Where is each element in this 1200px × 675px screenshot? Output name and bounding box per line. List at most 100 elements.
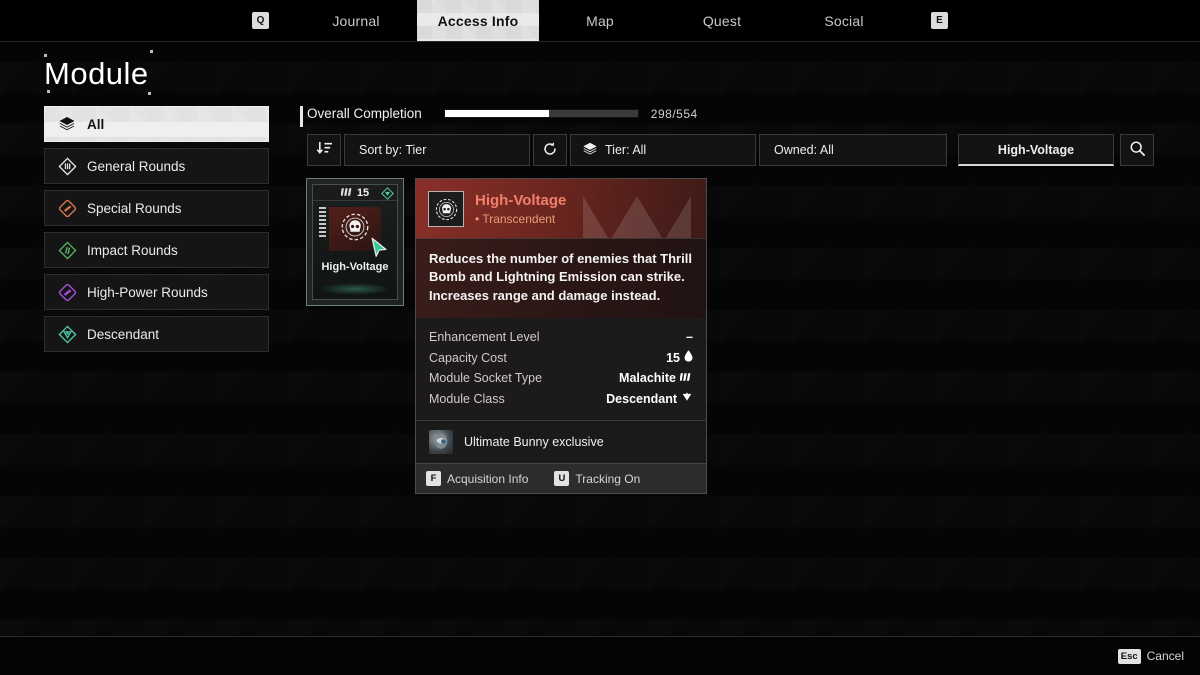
malachite-socket-icon xyxy=(340,184,354,202)
category-sidebar: All General Rounds Special Rounds Impact… xyxy=(44,106,269,358)
acquisition-info-hint[interactable]: F Acquisition Info xyxy=(426,471,529,487)
sidebar-item-label: Special Rounds xyxy=(87,200,182,216)
tier-filter-select[interactable]: Tier: All xyxy=(570,134,756,166)
owned-filter-label: Owned: All xyxy=(774,143,834,157)
cancel-hint[interactable]: Esc Cancel xyxy=(1117,648,1184,664)
cancel-label: Cancel xyxy=(1146,649,1184,663)
nav-prev-key[interactable]: Q xyxy=(252,12,269,29)
key-u: U xyxy=(554,471,570,487)
sidebar-item-general-rounds[interactable]: General Rounds xyxy=(44,148,269,184)
sidebar-item-impact-rounds[interactable]: Impact Rounds xyxy=(44,232,269,268)
completion-progress-bar xyxy=(443,109,639,118)
layers-icon xyxy=(57,114,77,134)
stat-value-group: Malachite xyxy=(619,371,693,385)
stat-key: Capacity Cost xyxy=(429,350,507,365)
sort-descending-icon xyxy=(316,141,333,159)
stat-key: Module Socket Type xyxy=(429,371,543,386)
descendant-class-icon xyxy=(681,391,693,406)
stat-row: Module Class Descendant xyxy=(429,388,693,409)
search-button[interactable] xyxy=(1120,134,1154,166)
sort-by-label: Sort by: Tier xyxy=(359,143,427,157)
module-card-header: 15 xyxy=(313,185,397,201)
tooltip-header: High-Voltage • Transcendent xyxy=(416,179,706,238)
reset-icon xyxy=(542,141,558,160)
stat-key: Enhancement Level xyxy=(429,330,540,345)
top-navigation-bar: Q Journal Access Info Map Quest Social E xyxy=(0,0,1200,42)
skull-emblem-icon xyxy=(338,210,372,249)
completion-label: Overall Completion xyxy=(307,106,422,121)
tooltip-exclusive-row: Ultimate Bunny exclusive xyxy=(416,420,706,464)
bottom-action-bar: Esc Cancel xyxy=(0,637,1200,675)
acquisition-info-label: Acquisition Info xyxy=(447,471,529,486)
tooltip-module-icon xyxy=(428,191,464,227)
tooltip-tier: • Transcendent xyxy=(475,211,556,226)
page-title: Module xyxy=(44,56,149,91)
stat-value-group: Descendant xyxy=(606,391,693,406)
tab-social[interactable]: Social xyxy=(783,0,905,41)
sidebar-item-label: Descendant xyxy=(87,326,160,342)
tooltip-exclusive-label: Ultimate Bunny exclusive xyxy=(464,435,604,450)
completion-progress-fill xyxy=(444,110,549,117)
malachite-socket-icon xyxy=(679,371,693,385)
stat-key: Module Class xyxy=(429,391,505,406)
stat-row: Module Socket Type Malachite xyxy=(429,368,693,388)
module-detail-tooltip: High-Voltage • Transcendent Reduces the … xyxy=(415,178,707,495)
capacity-drop-icon xyxy=(684,350,693,365)
tracking-label: Tracking On xyxy=(575,471,641,486)
key-f: F xyxy=(426,471,441,487)
search-icon xyxy=(1129,140,1146,160)
tab-access-info[interactable]: Access Info xyxy=(417,0,539,41)
sidebar-item-label: All xyxy=(87,116,105,132)
nav-next-key[interactable]: E xyxy=(931,12,948,29)
module-capacity-cost: 15 xyxy=(356,186,370,199)
high-power-rounds-icon xyxy=(57,282,77,302)
sort-by-select[interactable]: Sort by: Tier xyxy=(344,134,530,166)
tier-filter-label: Tier: All xyxy=(605,143,647,157)
general-rounds-icon xyxy=(57,156,77,176)
tooltip-description: Reduces the number of enemies that Thril… xyxy=(416,238,706,319)
tab-map[interactable]: Map xyxy=(539,0,661,41)
sidebar-item-descendant[interactable]: Descendant xyxy=(44,316,269,352)
descendant-icon xyxy=(57,324,77,344)
stat-value: Malachite xyxy=(619,371,676,386)
module-card-body: 15 High-Voltage xyxy=(312,184,398,300)
sidebar-item-label: High-Power Rounds xyxy=(87,284,208,300)
sidebar-item-label: Impact Rounds xyxy=(87,242,178,258)
impact-rounds-icon xyxy=(57,240,77,260)
tab-journal[interactable]: Journal xyxy=(295,0,417,41)
tooltip-key-hints: F Acquisition Info U Tracking On xyxy=(416,463,706,494)
title-deco-dot xyxy=(47,90,50,93)
module-level-ticks xyxy=(319,207,326,237)
stat-row: Enhancement Level – xyxy=(429,327,693,347)
title-deco-dot xyxy=(148,92,151,95)
title-deco-dot xyxy=(44,54,47,57)
title-deco-dot xyxy=(150,50,153,53)
sidebar-item-label: General Rounds xyxy=(87,158,186,174)
reset-filters-button[interactable] xyxy=(533,134,567,166)
stat-value-group: 15 xyxy=(666,350,693,365)
filter-toolbar: Sort by: Tier Tier: All Owned: All High-… xyxy=(307,134,1154,166)
key-esc: Esc xyxy=(1117,648,1141,664)
owned-filter-select[interactable]: Owned: All xyxy=(759,134,947,166)
module-screen: Q Journal Access Info Map Quest Social E… xyxy=(0,0,1200,675)
completion-count: 298/554 xyxy=(650,106,698,121)
sidebar-item-special-rounds[interactable]: Special Rounds xyxy=(44,190,269,226)
sidebar-item-high-power-rounds[interactable]: High-Power Rounds xyxy=(44,274,269,310)
tooltip-title: High-Voltage xyxy=(475,192,567,210)
tab-quest[interactable]: Quest xyxy=(661,0,783,41)
descendant-portrait-icon xyxy=(429,430,453,455)
sort-direction-button[interactable] xyxy=(307,134,341,166)
sidebar-item-all[interactable]: All xyxy=(44,106,269,142)
module-card-glow xyxy=(319,283,391,295)
layers-icon xyxy=(582,141,598,160)
search-input[interactable]: High-Voltage xyxy=(958,134,1114,166)
stat-row: Capacity Cost 15 xyxy=(429,347,693,368)
tooltip-stats-list: Enhancement Level – Capacity Cost 15 Mod… xyxy=(416,318,706,421)
module-card-high-voltage[interactable]: 15 High-Voltage xyxy=(306,178,404,306)
tracking-toggle-hint[interactable]: U Tracking On xyxy=(554,471,641,487)
descendant-class-icon xyxy=(381,187,394,205)
overall-completion: Overall Completion 298/554 xyxy=(300,106,698,127)
brand-watermark-icon xyxy=(562,179,706,238)
mouse-cursor-icon xyxy=(370,237,389,264)
special-rounds-icon xyxy=(57,198,77,218)
